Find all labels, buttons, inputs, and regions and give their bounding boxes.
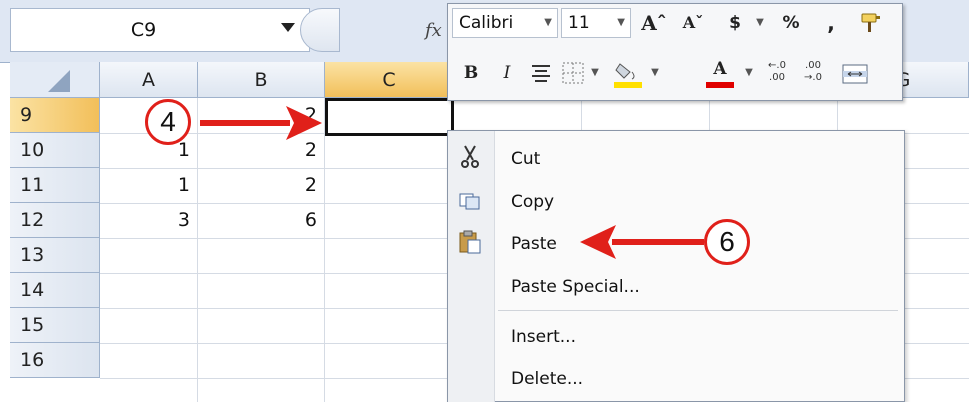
insert-function-button[interactable]: fx	[425, 20, 442, 41]
menu-item-copy[interactable]: Copy	[498, 183, 898, 221]
menu-item-paste-special[interactable]: Paste Special...	[498, 268, 898, 306]
font-color-button[interactable]: A	[702, 58, 738, 90]
comma-style-button[interactable]: ,	[818, 8, 844, 38]
name-box[interactable]: C9	[10, 8, 310, 52]
name-box-resize-handle[interactable]	[300, 8, 340, 52]
menu-item-delete[interactable]: Delete...	[498, 360, 898, 398]
shrink-font-button[interactable]: Aˇ	[676, 8, 710, 38]
row-header-13[interactable]: 13	[10, 238, 100, 273]
column-header-c[interactable]: C	[325, 62, 454, 98]
italic-button[interactable]: I	[494, 58, 520, 88]
chevron-down-icon[interactable]: ▼	[648, 58, 662, 88]
currency-button[interactable]: $	[722, 8, 748, 38]
chevron-down-icon[interactable]: ▼	[742, 58, 756, 88]
menu-item-insert[interactable]: Insert...	[498, 318, 898, 356]
row-header-11[interactable]: 11	[10, 168, 100, 203]
row-header-16[interactable]: 16	[10, 343, 100, 378]
font-size-value: 11	[568, 13, 590, 33]
chevron-down-icon: ▼	[544, 17, 552, 28]
menu-separator	[498, 310, 898, 311]
font-name-dropdown[interactable]: Calibri ▼	[452, 8, 558, 38]
active-cell-c9[interactable]	[325, 98, 454, 136]
row-header-12[interactable]: 12	[10, 203, 100, 238]
format-painter-icon[interactable]	[856, 12, 890, 36]
arrow-shaft	[200, 120, 290, 126]
cell-a12[interactable]: 3	[100, 203, 198, 238]
row-header-14[interactable]: 14	[10, 273, 100, 308]
scissors-icon	[456, 142, 484, 170]
merge-center-icon[interactable]	[840, 60, 870, 88]
chevron-down-icon: ▼	[617, 17, 625, 28]
font-name-value: Calibri	[459, 13, 514, 33]
name-box-value: C9	[130, 19, 157, 41]
decrease-decimal-button[interactable]: .00 →.0	[798, 60, 828, 88]
select-all-icon	[48, 70, 70, 92]
step-callout-4: 4	[145, 99, 191, 145]
column-header-b[interactable]: B	[198, 62, 325, 98]
chevron-down-icon[interactable]: ▼	[752, 8, 768, 38]
arrow-shaft	[612, 239, 704, 245]
row-header-9[interactable]: 9	[10, 98, 100, 133]
copy-icon	[456, 186, 484, 214]
arrow-left-icon	[580, 225, 616, 259]
align-center-icon[interactable]	[528, 62, 554, 84]
bold-button[interactable]: B	[458, 58, 484, 88]
chevron-down-icon[interactable]: ▼	[588, 58, 602, 88]
chevron-down-icon[interactable]	[281, 23, 295, 32]
cell-b12[interactable]: 6	[198, 203, 325, 238]
row-header-10[interactable]: 10	[10, 133, 100, 168]
borders-icon[interactable]	[560, 60, 586, 86]
context-menu-icon-gutter	[448, 131, 495, 402]
arrow-right-icon	[286, 106, 322, 140]
increase-decimal-button[interactable]: ←.0 .00	[762, 60, 792, 88]
cell-b11[interactable]: 2	[198, 168, 325, 203]
menu-item-cut[interactable]: Cut	[498, 140, 898, 178]
column-header-a[interactable]: A	[100, 62, 198, 98]
row-header-15[interactable]: 15	[10, 308, 100, 343]
cell-a11[interactable]: 1	[100, 168, 198, 203]
step-callout-6: 6	[704, 219, 750, 265]
grow-font-button[interactable]: Aˆ	[637, 8, 671, 38]
fill-color-icon[interactable]	[610, 58, 646, 90]
paste-icon	[456, 228, 484, 256]
font-size-dropdown[interactable]: 11 ▼	[561, 8, 631, 38]
percent-button[interactable]: %	[776, 8, 806, 38]
